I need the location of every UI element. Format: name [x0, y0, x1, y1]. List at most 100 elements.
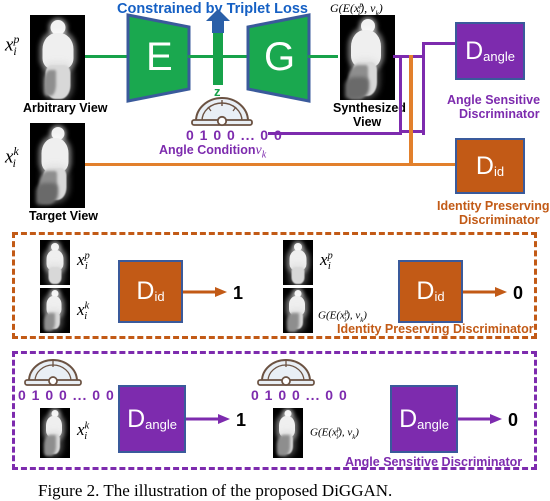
synthesized-view-image	[340, 15, 395, 100]
head: G(E(x	[318, 309, 345, 322]
panel-id-left-block[interactable]: Did	[118, 260, 183, 323]
panel-angle-left-label: xki	[77, 420, 90, 443]
line-synth-to-did-v	[409, 55, 413, 165]
close: )	[355, 426, 359, 439]
line-to-dangle-v	[422, 42, 425, 135]
input-target-sub: i	[12, 157, 16, 171]
protractor-icon	[188, 96, 256, 128]
arbitrary-view-label: Arbitrary View	[23, 101, 108, 115]
encoder-block: E	[126, 13, 191, 103]
panel-angle-left-block-label: Dangle	[127, 404, 177, 433]
synthesized-view-label-1: Synthesized	[333, 101, 406, 115]
synthesized-view-label-2: View	[353, 115, 382, 129]
line-input-to-encoder	[85, 55, 127, 58]
input-arbitrary-sub: i	[13, 45, 17, 59]
arbitrary-view-image	[30, 15, 85, 100]
panel-id-left-output: 1	[233, 283, 244, 303]
figure-caption: Figure 2. The illustration of the propos…	[38, 481, 393, 500]
synth-formula-close: )	[378, 1, 383, 15]
d-angle-caption-2: Discriminator	[459, 107, 540, 121]
d-id-label: Did	[475, 151, 505, 180]
panel-angle-right-arrow	[458, 412, 504, 426]
panel-id-right-label-top: xpi	[320, 250, 333, 273]
sub: i	[84, 431, 88, 443]
panel-id-left-arrow	[183, 285, 229, 299]
sym: x	[320, 250, 328, 269]
panel-id-right-block[interactable]: Did	[398, 260, 463, 323]
encoder-letter: E	[146, 35, 173, 79]
letter: D	[416, 277, 435, 305]
synth-formula-tail: ), v	[360, 1, 376, 15]
sub: angle	[145, 416, 177, 432]
line-latent-to-generator	[222, 55, 248, 58]
panel-angle-title: Angle Sensitive Discriminator	[345, 455, 523, 469]
letter: D	[399, 404, 418, 433]
sub: id	[154, 289, 165, 304]
d-id-letter: D	[475, 151, 494, 180]
line-generator-to-synth	[308, 55, 338, 58]
sub: i	[84, 261, 88, 273]
panel-id-right-output: 0	[513, 283, 524, 303]
panel-angle-right-bits: 0 1 0 0 ... 0 0	[251, 387, 348, 403]
line-anglecond-h	[268, 132, 402, 135]
angle-condition-sub: k	[261, 149, 267, 161]
d-angle-block[interactable]: Dangle	[455, 22, 525, 80]
panel-angle-right-image	[273, 408, 303, 458]
panel-angle-left-image	[40, 408, 70, 458]
close: )	[363, 309, 367, 322]
line-into-dangle	[422, 42, 457, 45]
tail: ), v	[346, 309, 361, 322]
d-angle-label: Dangle	[465, 36, 515, 65]
panel-id-right-arrow	[463, 285, 509, 299]
panel-id-title: Identity Preserving Discriminator	[337, 322, 534, 336]
line-synth-down	[399, 55, 402, 133]
letter: D	[127, 404, 146, 433]
synth-formula-head: G(E(x	[330, 1, 360, 15]
line-into-did	[409, 163, 457, 166]
sub: id	[434, 289, 445, 304]
panel-angle-left-arrow	[186, 412, 232, 426]
sub: angle	[417, 416, 449, 432]
panel-angle-left-block[interactable]: Dangle	[118, 385, 186, 453]
sup: p	[84, 250, 90, 262]
letter: D	[136, 277, 155, 305]
d-id-sub: id	[493, 163, 505, 179]
panel-angle-right-protractor-icon	[255, 358, 317, 388]
panel-angle-left-protractor-icon	[22, 358, 84, 388]
target-view-label: Target View	[29, 209, 99, 223]
panel-angle-right-label: G(E(xpi), vk)	[310, 426, 359, 441]
panel-id-left-block-label: Did	[136, 279, 164, 304]
angle-condition-label: Angle Conditionvk	[159, 143, 266, 161]
input-target-symbol: xki	[5, 145, 19, 171]
angle-bits: 0 1 0 0 ... 0 0	[186, 127, 283, 143]
d-angle-caption-1: Angle Sensitive	[447, 93, 541, 107]
tail: ), v	[338, 426, 353, 439]
sup: k	[84, 300, 90, 312]
sup: p	[327, 250, 333, 262]
panel-id-left-image-top	[40, 240, 70, 285]
panel-id-left-label-bottom: xki	[77, 300, 90, 323]
panel-id-left-label-top: xpi	[77, 250, 90, 273]
angle-condition-text: Angle Condition	[159, 143, 256, 157]
line-target-to-did-h	[85, 163, 410, 166]
sym: x	[77, 250, 85, 269]
d-id-caption-1: Identity Preserving	[437, 199, 550, 213]
panel-id-left-image-bottom	[40, 288, 70, 333]
panel-id-right-image-top	[283, 240, 313, 285]
sup: k	[84, 420, 90, 432]
d-id-block[interactable]: Did	[455, 138, 525, 194]
panel-angle-right-block-label: Dangle	[399, 404, 449, 433]
sub: i	[84, 311, 88, 323]
panel-angle-right-block[interactable]: Dangle	[390, 385, 458, 453]
d-angle-letter: D	[465, 36, 484, 65]
target-view-image	[30, 123, 85, 208]
panel-id-right-block-label: Did	[416, 279, 444, 304]
d-id-caption-2: Discriminator	[459, 213, 540, 227]
panel-angle-left-output: 1	[236, 410, 247, 430]
generator-block: G	[246, 13, 311, 103]
generator-letter: G	[264, 35, 296, 79]
sub: i	[327, 261, 331, 273]
input-arbitrary-symbol: xpi	[5, 33, 19, 59]
head: G(E(x	[310, 426, 337, 439]
triplet-loss-arrow	[205, 9, 231, 33]
